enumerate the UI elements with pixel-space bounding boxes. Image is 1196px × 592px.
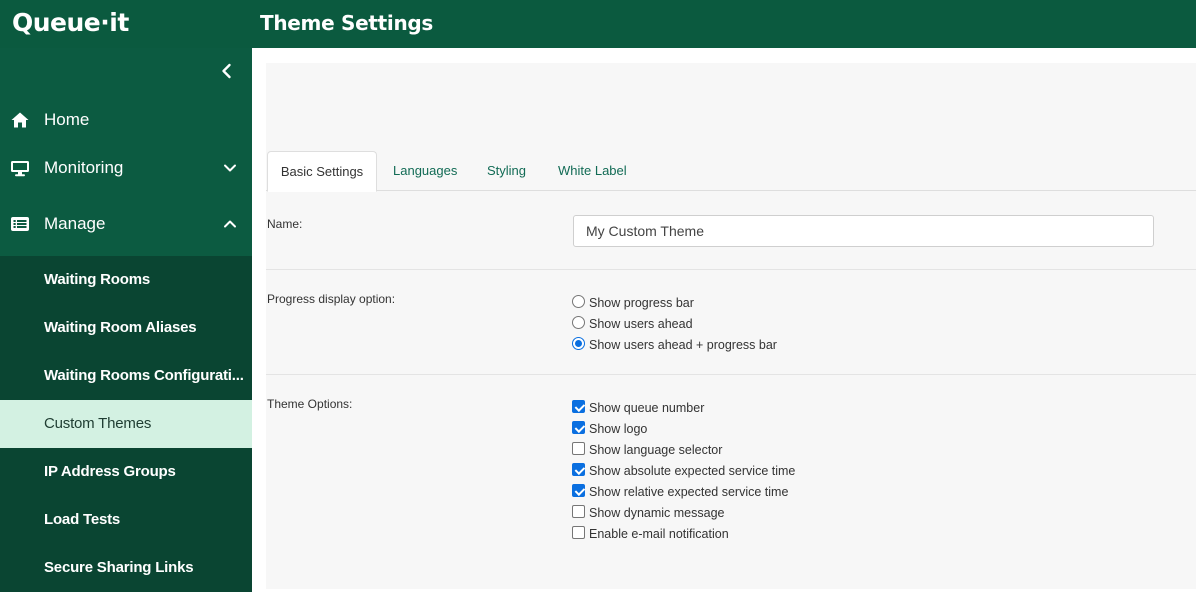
radio-button-selected[interactable]: [572, 337, 585, 350]
checkbox[interactable]: [572, 526, 585, 539]
home-icon: [11, 112, 29, 128]
checkbox[interactable]: [572, 505, 585, 518]
tab-basic-settings[interactable]: Basic Settings: [267, 151, 377, 192]
progress-display-label: Progress display option:: [267, 292, 396, 306]
nav-monitoring-label: Monitoring: [44, 158, 124, 177]
sidebar-item-waiting-rooms-configurations[interactable]: Waiting Rooms Configurati...: [0, 352, 252, 400]
checkbox[interactable]: [572, 442, 585, 455]
checkbox-checked[interactable]: [572, 463, 585, 476]
top-header: Queue·it Theme Settings: [0, 0, 1196, 48]
tab-languages[interactable]: Languages: [393, 151, 457, 190]
sidebar-item-label: Waiting Rooms: [44, 271, 151, 288]
sidebar-item-waiting-rooms[interactable]: Waiting Rooms: [0, 256, 252, 304]
monitor-icon: [11, 161, 29, 177]
tab-white-label[interactable]: White Label: [558, 151, 627, 190]
option-label: Enable e-mail notification: [589, 527, 729, 541]
chevron-up-icon: [224, 220, 236, 228]
checkbox-checked[interactable]: [572, 400, 585, 413]
sidebar-item-label: Custom Themes: [44, 415, 152, 432]
option-label: Show absolute expected service time: [589, 464, 796, 478]
divider: [266, 374, 1196, 375]
name-label: Name:: [267, 217, 303, 231]
settings-panel: [266, 63, 1196, 589]
collapse-sidebar-icon[interactable]: [216, 60, 238, 82]
nav-manage[interactable]: Manage: [0, 200, 252, 248]
chevron-down-icon: [224, 164, 236, 172]
sidebar-item-label: Load Tests: [44, 511, 121, 528]
sidebar-item-label: Secure Sharing Links: [44, 559, 194, 576]
tab-styling[interactable]: Styling: [487, 151, 526, 190]
theme-name-input[interactable]: [573, 215, 1154, 247]
nav-home[interactable]: Home: [0, 96, 252, 144]
sidebar-item-ip-address-groups[interactable]: IP Address Groups: [0, 448, 252, 496]
sidebar-item-secure-sharing-links[interactable]: Secure Sharing Links: [0, 544, 252, 592]
nav-home-label: Home: [44, 110, 90, 129]
sidebar: Home Monitoring Manage Waiting Rooms Wai…: [0, 48, 252, 592]
option-label: Show users ahead: [589, 317, 693, 331]
checkbox-checked[interactable]: [572, 484, 585, 497]
nav-manage-label: Manage: [44, 214, 106, 233]
radio-button[interactable]: [572, 295, 585, 308]
option-label: Show dynamic message: [589, 506, 725, 520]
checkbox-checked[interactable]: [572, 421, 585, 434]
settings-tabs: Basic Settings Languages Styling White L…: [266, 151, 1196, 192]
option-label: Show users ahead + progress bar: [589, 338, 777, 352]
nav-monitoring[interactable]: Monitoring: [0, 144, 252, 192]
sidebar-item-label: Waiting Room Aliases: [44, 319, 197, 336]
page-title: Theme Settings: [260, 11, 434, 35]
sidebar-item-load-tests[interactable]: Load Tests: [0, 496, 252, 544]
option-label: Show logo: [589, 422, 648, 436]
radio-button[interactable]: [572, 316, 585, 329]
option-label: Show progress bar: [589, 296, 694, 310]
option-label: Show relative expected service time: [589, 485, 789, 499]
sidebar-item-label: IP Address Groups: [44, 463, 176, 480]
option-label: Show language selector: [589, 443, 723, 457]
option-label: Show queue number: [589, 401, 705, 415]
sidebar-item-waiting-room-aliases[interactable]: Waiting Room Aliases: [0, 304, 252, 352]
theme-options-label: Theme Options:: [267, 397, 353, 411]
sidebar-item-custom-themes[interactable]: Custom Themes: [0, 400, 252, 448]
queue-it-logo[interactable]: Queue·it: [12, 8, 129, 38]
divider: [266, 269, 1196, 270]
list-icon: [11, 217, 29, 231]
sidebar-item-label: Waiting Rooms Configurati...: [44, 367, 244, 384]
